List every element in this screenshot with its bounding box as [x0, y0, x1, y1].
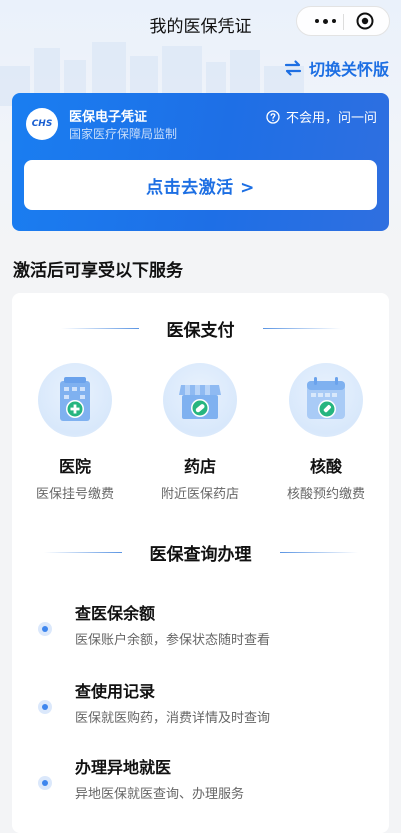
query-section-title: 医保查询办理	[12, 540, 389, 565]
payment-section-title: 医保支付	[12, 316, 389, 341]
service-name: 药店	[183, 457, 216, 476]
navigation-bar: 我的医保凭证	[0, 0, 401, 44]
query-title: 医保查询办理	[149, 544, 252, 565]
service-name: 医院	[58, 457, 91, 476]
payment-title: 医保支付	[166, 320, 235, 341]
service-hospital[interactable]: 医院 医保挂号缴费	[20, 363, 130, 502]
bullet-dot-icon	[38, 700, 52, 714]
capsule-divider	[343, 14, 344, 30]
card-title: 医保电子凭证	[69, 110, 148, 125]
chs-logo: CHS	[26, 108, 58, 140]
switch-arrows-icon	[284, 60, 302, 76]
query-item-title: 查使用记录	[75, 682, 156, 701]
divider-line	[262, 327, 341, 329]
query-item-desc: 异地医保就医查询、办理服务	[75, 787, 245, 802]
close-target-icon[interactable]	[356, 12, 374, 30]
divider-line	[60, 327, 139, 329]
help-link[interactable]: 不会用，问一问	[266, 107, 377, 126]
query-item-records[interactable]: 查使用记录 医保就医购药，消费详情及时查询	[12, 674, 389, 734]
divider-line	[43, 551, 122, 553]
bullet-dot-icon	[38, 622, 52, 636]
pharmacy-icon	[163, 363, 237, 437]
calendar-test-icon	[289, 363, 363, 437]
query-item-desc: 医保就医购药，消费详情及时查询	[75, 711, 271, 726]
switch-care-mode-button[interactable]: 切换关怀版	[283, 57, 389, 79]
bullet-dot-icon	[38, 776, 52, 790]
services-panel: 医保支付 医院 医保挂号缴费 药店 附近医保药店 核酸 核酸预约缴费 医保查询办…	[12, 293, 389, 833]
question-circle-icon	[266, 109, 280, 124]
query-item-desc: 医保账户余额，参保状态随时查看	[75, 633, 271, 648]
service-pharmacy[interactable]: 药店 附近医保药店	[145, 363, 255, 502]
card-subtitle: 国家医疗保障局监制	[69, 127, 178, 141]
service-desc: 核酸预约缴费	[286, 487, 365, 502]
activate-button[interactable]: 点击去激活 >	[24, 160, 377, 210]
mini-program-capsule	[296, 6, 390, 36]
services-heading: 激活后可享受以下服务	[13, 261, 183, 281]
service-desc: 附近医保药店	[160, 487, 239, 502]
service-desc: 医保挂号缴费	[35, 487, 114, 502]
service-nucleic-acid[interactable]: 核酸 核酸预约缴费	[271, 363, 381, 502]
service-name: 核酸	[309, 457, 342, 476]
more-options-icon[interactable]	[310, 7, 340, 35]
query-item-title: 查医保余额	[75, 604, 156, 623]
query-item-remote-care[interactable]: 办理异地就医 异地医保就医查询、办理服务	[12, 750, 389, 810]
query-item-title: 办理异地就医	[75, 758, 172, 777]
hospital-icon	[38, 363, 112, 437]
insurance-credential-card: CHS 医保电子凭证 国家医疗保障局监制 不会用，问一问 点击去激活 >	[12, 93, 389, 231]
query-item-balance[interactable]: 查医保余额 医保账户余额，参保状态随时查看	[12, 596, 389, 656]
divider-line	[279, 551, 358, 553]
switch-care-label: 切换关怀版	[308, 60, 389, 79]
help-label: 不会用，问一问	[285, 111, 377, 126]
